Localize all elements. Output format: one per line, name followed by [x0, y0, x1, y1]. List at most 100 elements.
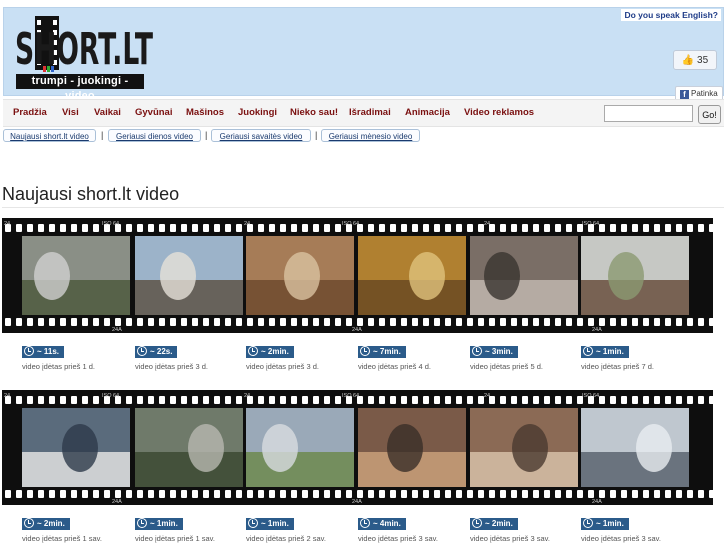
film-perforation	[610, 224, 616, 232]
nav-item-animacija[interactable]: Animacija	[405, 107, 450, 118]
film-perforation	[313, 396, 319, 404]
film-strip: 24 ISO 64 24A 24 ISO 64 24A 24 ISO 64 24A	[2, 390, 713, 505]
search-go-button[interactable]: Go!	[698, 105, 721, 124]
film-perforation	[522, 224, 528, 232]
film-perforation	[412, 396, 418, 404]
film-perforation	[203, 318, 209, 326]
film-frame-label: 24A	[592, 327, 602, 333]
tab-newest-videos[interactable]: Naujausi short.lt video	[3, 129, 96, 142]
film-perforation	[423, 490, 429, 498]
video-thumbnail[interactable]	[22, 408, 130, 487]
search-input[interactable]	[604, 105, 693, 122]
film-perforation	[82, 224, 88, 232]
film-perforation	[203, 396, 209, 404]
posted-time: video įdėtas prieš 4 d.	[358, 362, 431, 371]
film-perforation	[632, 224, 638, 232]
tab-best-of-day[interactable]: Geriausi dienos video	[108, 129, 201, 142]
nav-item-masinos[interactable]: Mašinos	[186, 107, 224, 118]
video-info: ~ 3min. video įdėtas prieš 5 d.	[470, 341, 578, 371]
film-perforation	[390, 396, 396, 404]
video-thumbnail[interactable]	[135, 236, 243, 315]
film-perforation	[181, 396, 187, 404]
film-frame-label: 24A	[112, 327, 122, 333]
video-thumbnail[interactable]	[581, 236, 689, 315]
film-perforation	[302, 396, 308, 404]
tab-best-of-week[interactable]: Geriausi savaitės video	[211, 129, 311, 142]
video-thumbnail[interactable]	[358, 408, 466, 487]
nav-item-vaikai[interactable]: Vaikai	[94, 107, 121, 118]
film-perforation	[71, 224, 77, 232]
film-perforation	[445, 224, 451, 232]
film-perforation	[379, 224, 385, 232]
duration-badge: ~ 1min.	[581, 518, 629, 530]
clock-icon	[472, 518, 482, 528]
nav-item-nieko-sau[interactable]: Nieko sau!	[290, 107, 338, 118]
film-perforation	[555, 490, 561, 498]
clock-icon	[360, 518, 370, 528]
video-thumbnail[interactable]	[470, 236, 578, 315]
video-thumbnail[interactable]	[246, 408, 354, 487]
nav-item-isradimai[interactable]: Išradimai	[349, 107, 391, 118]
film-perforation	[93, 318, 99, 326]
posted-time: video įdėtas prieš 2 sav.	[246, 534, 326, 543]
film-perforation	[170, 396, 176, 404]
film-perforation	[522, 396, 528, 404]
video-thumbnail[interactable]	[22, 236, 130, 315]
film-perforation	[654, 396, 660, 404]
film-perforation	[313, 490, 319, 498]
film-perforation	[665, 318, 671, 326]
duration-badge: ~ 22s.	[135, 346, 178, 358]
film-perforation	[137, 490, 143, 498]
film-perforation	[709, 490, 713, 498]
film-perforation	[423, 396, 429, 404]
english-language-link[interactable]: Do you speak English?	[621, 9, 721, 21]
film-perforation	[390, 224, 396, 232]
posted-time: video įdėtas prieš 3 sav.	[581, 534, 661, 543]
film-perforation	[258, 396, 264, 404]
section-title: Naujausi short.lt video	[2, 184, 180, 204]
film-perforation	[632, 318, 638, 326]
film-perforation	[533, 396, 539, 404]
video-thumbnail[interactable]	[470, 408, 578, 487]
like-count-box[interactable]: 👍 35	[673, 50, 717, 70]
nav-item-video-reklamos[interactable]: Video reklamos	[464, 107, 534, 118]
film-strip: 24 ISO 64 24A 24 ISO 64 24A 24 ISO 64 24A	[2, 218, 713, 333]
video-info: ~ 2min. video įdėtas prieš 3 sav.	[470, 513, 578, 543]
film-perforation	[159, 490, 165, 498]
like-count: 35	[697, 55, 709, 66]
film-perforation	[104, 318, 110, 326]
nav-item-gyvunai[interactable]: Gyvūnai	[135, 107, 173, 118]
film-perforation	[555, 224, 561, 232]
nav-item-juokingi[interactable]: Juokingi	[238, 107, 277, 118]
nav-item-pradzia[interactable]: Pradžia	[13, 107, 47, 118]
tab-best-of-month[interactable]: Geriausi mėnesio video	[321, 129, 420, 142]
film-perforation	[544, 490, 550, 498]
film-frame-label: ISO 64	[102, 393, 119, 399]
video-thumbnail[interactable]	[246, 236, 354, 315]
film-perforation	[236, 318, 242, 326]
film-frame-label: ISO 64	[102, 221, 119, 227]
film-frame-label: 24	[4, 393, 10, 399]
video-thumbnail[interactable]	[135, 408, 243, 487]
film-perforation	[456, 224, 462, 232]
film-perforation	[379, 396, 385, 404]
film-perforation	[456, 318, 462, 326]
video-thumbnail[interactable]	[358, 236, 466, 315]
duration-text: ~ 1min.	[261, 519, 289, 528]
nav-item-visi[interactable]: Visi	[62, 107, 79, 118]
film-perforation	[621, 490, 627, 498]
film-perforation	[269, 490, 275, 498]
film-perforation	[126, 396, 132, 404]
film-perforation	[643, 490, 649, 498]
film-perforation	[126, 318, 132, 326]
film-frame-label: ISO 64	[342, 393, 359, 399]
clock-icon	[583, 518, 593, 528]
duration-text: ~ 4min.	[373, 519, 401, 528]
duration-badge: ~ 3min.	[470, 346, 518, 358]
film-perforation	[500, 396, 506, 404]
film-perforation	[698, 396, 704, 404]
film-perforation	[335, 224, 341, 232]
film-perforation	[27, 318, 33, 326]
video-info: ~ 2min. video įdėtas prieš 3 d.	[246, 341, 354, 371]
video-thumbnail[interactable]	[581, 408, 689, 487]
